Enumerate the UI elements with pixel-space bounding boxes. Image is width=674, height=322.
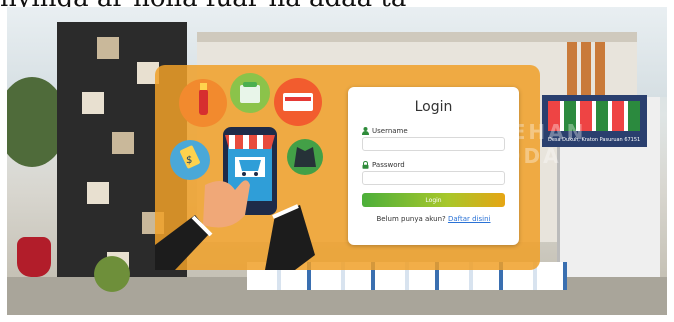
- password-input[interactable]: [362, 171, 505, 185]
- login-button[interactable]: Login: [362, 193, 505, 207]
- password-label: Password: [362, 161, 405, 169]
- username-label-text: Username: [372, 127, 408, 135]
- login-card: Login Username Password Login Belum puny…: [348, 87, 519, 245]
- online-shop-icon: $: [155, 73, 323, 270]
- login-title: Login: [414, 99, 453, 115]
- motorbike: [17, 237, 51, 277]
- lock-icon: [362, 161, 369, 169]
- register-prompt: Belum punya akun? Daftar disini: [348, 215, 519, 223]
- svg-text:$: $: [186, 155, 192, 166]
- password-label-text: Password: [372, 161, 405, 169]
- register-prompt-text: Belum punya akun?: [376, 215, 446, 223]
- user-icon: [362, 127, 369, 135]
- username-label: Username: [362, 127, 408, 135]
- username-input[interactable]: [362, 137, 505, 151]
- register-link[interactable]: Daftar disini: [448, 215, 491, 223]
- plant: [77, 247, 147, 292]
